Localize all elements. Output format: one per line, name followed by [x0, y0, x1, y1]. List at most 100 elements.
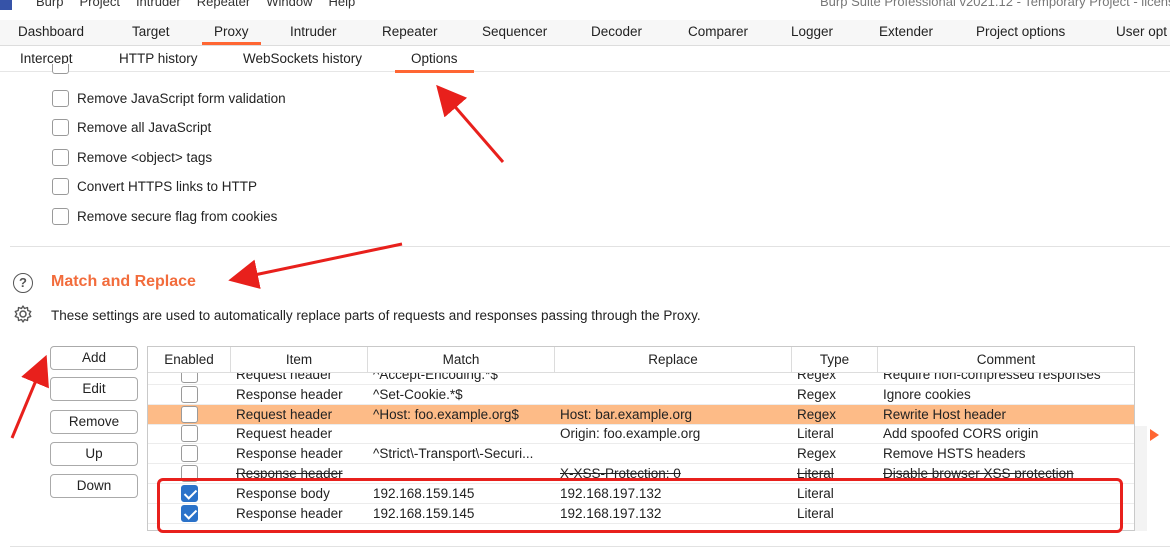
tab-target[interactable]: Target — [132, 24, 170, 39]
main-tabs: Dashboard Target Proxy Intruder Repeater… — [0, 20, 1170, 46]
tab-http-history[interactable]: HTTP history — [119, 51, 198, 66]
tab-proxy[interactable]: Proxy — [202, 24, 260, 45]
scroll-right-arrow-icon[interactable] — [1150, 429, 1159, 441]
option-label: Remove JavaScript form validation — [77, 90, 286, 106]
tab-websockets-history[interactable]: WebSockets history — [243, 51, 362, 66]
option-label: Convert HTTPS links to HTTP — [77, 178, 258, 194]
up-button[interactable]: Up — [50, 442, 138, 466]
option-checkbox[interactable] — [52, 177, 69, 195]
cell-comment: Ignore cookies — [883, 386, 971, 402]
cell-replace — [560, 385, 790, 405]
row-enabled-checkbox[interactable] — [181, 385, 198, 403]
gear-icon[interactable] — [13, 304, 33, 324]
cell-item: Request header — [236, 406, 333, 422]
tab-sequencer[interactable]: Sequencer — [482, 24, 547, 39]
cell-comment: Remove HSTS headers — [883, 446, 1026, 462]
option-row[interactable]: Remove all JavaScript — [52, 117, 211, 137]
cell-match: 192.168.159.145 — [373, 485, 475, 501]
menu-item[interactable]: Repeater — [197, 0, 250, 9]
tab-decoder[interactable]: Decoder — [591, 24, 642, 39]
cell-comment — [883, 484, 1133, 504]
row-enabled-checkbox[interactable] — [181, 405, 198, 423]
rules-table: Request header ^Accept-Encoding.*$ Regex Re… — [147, 346, 1135, 531]
option-checkbox[interactable] — [52, 118, 69, 136]
tab-intruder[interactable]: Intruder — [290, 24, 337, 39]
table-row[interactable]: Response header ^Strict\-Transport\-Secur… — [148, 444, 1134, 465]
column-match[interactable]: Match — [368, 347, 555, 373]
menu-item[interactable]: Burp — [36, 0, 63, 9]
menu-item[interactable]: Window — [266, 0, 312, 9]
help-icon[interactable]: ? — [13, 273, 33, 293]
tab-user-options[interactable]: User opt — [1116, 24, 1167, 39]
cell-comment — [883, 504, 1133, 524]
section-description: These settings are used to automatically… — [51, 308, 701, 323]
option-label: Remove secure flag from cookies — [77, 208, 278, 224]
cell-type: Literal — [797, 505, 834, 521]
cell-replace — [560, 444, 790, 464]
option-row[interactable]: Remove <object> tags — [52, 147, 212, 167]
burp-logo — [0, 0, 12, 10]
cell-item: Response header — [236, 386, 343, 402]
menu-item[interactable]: Intruder — [136, 0, 181, 9]
option-label: Remove all JavaScript — [77, 119, 212, 135]
row-enabled-checkbox[interactable] — [181, 465, 198, 482]
menu-items: Burp Project Intruder Repeater Window Help — [36, 0, 355, 9]
table-scrollbar[interactable] — [1135, 426, 1147, 531]
column-comment[interactable]: Comment — [878, 347, 1134, 373]
option-checkbox[interactable] — [52, 148, 69, 166]
column-replace[interactable]: Replace — [555, 347, 792, 373]
cell-comment: Disable browser XSS protection — [883, 466, 1074, 481]
column-enabled[interactable]: Enabled — [148, 347, 231, 373]
cell-comment: Add spoofed CORS origin — [883, 426, 1039, 442]
tab-dashboard[interactable]: Dashboard — [18, 24, 84, 39]
option-checkbox[interactable] — [52, 64, 69, 74]
cell-replace: X-XSS-Protection: 0 — [560, 466, 681, 481]
row-enabled-checkbox[interactable] — [181, 425, 198, 443]
edit-button[interactable]: Edit — [50, 377, 138, 401]
tab-extender[interactable]: Extender — [879, 24, 933, 39]
table-row[interactable]: Response body 192.168.159.145 192.168.197.… — [148, 484, 1134, 504]
cell-type: Regex — [797, 386, 837, 402]
tab-comparer[interactable]: Comparer — [688, 24, 748, 39]
row-enabled-checkbox[interactable] — [181, 445, 198, 463]
table-row[interactable]: Response header ^Set-Cookie.*$ Regex Ignore… — [148, 385, 1134, 405]
option-checkbox[interactable] — [52, 207, 69, 225]
rules-table-header: Enabled Item Match Replace Type Comment — [148, 347, 1134, 373]
table-row[interactable]: Request header Origin: foo.example.org Lit… — [148, 424, 1134, 445]
cell-item: Response body — [236, 485, 330, 501]
table-row[interactable]: Request header ^Host: foo.example.org$ Hos… — [148, 404, 1134, 425]
option-row[interactable]: Remove secure flag from cookies — [52, 206, 277, 226]
bottom-divider — [10, 546, 1170, 547]
cell-match: ^Set-Cookie.*$ — [373, 386, 463, 402]
option-checkbox[interactable] — [52, 89, 69, 107]
option-label: Remove <object> tags — [77, 149, 213, 165]
cell-type: Literal — [797, 466, 834, 481]
down-button[interactable]: Down — [50, 474, 138, 498]
proxy-subtabs: Intercept HTTP history WebSockets histor… — [0, 46, 1170, 73]
option-row[interactable]: Remove JavaScript form validation — [52, 88, 286, 108]
table-row[interactable]: Response header 192.168.159.145 192.168.19… — [148, 504, 1134, 524]
column-type[interactable]: Type — [792, 347, 878, 373]
cell-replace: 192.168.197.132 — [560, 505, 662, 521]
tab-options[interactable]: Options — [395, 51, 473, 73]
row-enabled-checkbox[interactable] — [181, 484, 198, 502]
row-enabled-checkbox[interactable] — [181, 504, 198, 522]
add-button[interactable]: Add — [50, 346, 138, 370]
menu-item[interactable]: Help — [328, 0, 355, 9]
table-row[interactable]: Response header X-XSS-Protection: 0 Litera… — [148, 464, 1134, 484]
cell-replace: Host: bar.example.org — [560, 406, 693, 422]
cell-type: Literal — [797, 426, 834, 442]
cell-type: Literal — [797, 485, 834, 501]
tab-project-options[interactable]: Project options — [976, 24, 1065, 39]
cell-match: ^Host: foo.example.org$ — [373, 406, 519, 422]
tab-repeater[interactable]: Repeater — [382, 24, 438, 39]
cell-match: ^Strict\-Transport\-Securi... — [373, 446, 534, 462]
option-row-partial — [52, 63, 77, 83]
column-item[interactable]: Item — [231, 347, 368, 373]
section-divider — [10, 246, 1170, 247]
option-row[interactable]: Convert HTTPS links to HTTP — [52, 176, 257, 196]
tab-logger[interactable]: Logger — [791, 24, 833, 39]
section-title: Match and Replace — [51, 273, 196, 290]
remove-button[interactable]: Remove — [50, 410, 138, 434]
menu-item[interactable]: Project — [79, 0, 119, 9]
